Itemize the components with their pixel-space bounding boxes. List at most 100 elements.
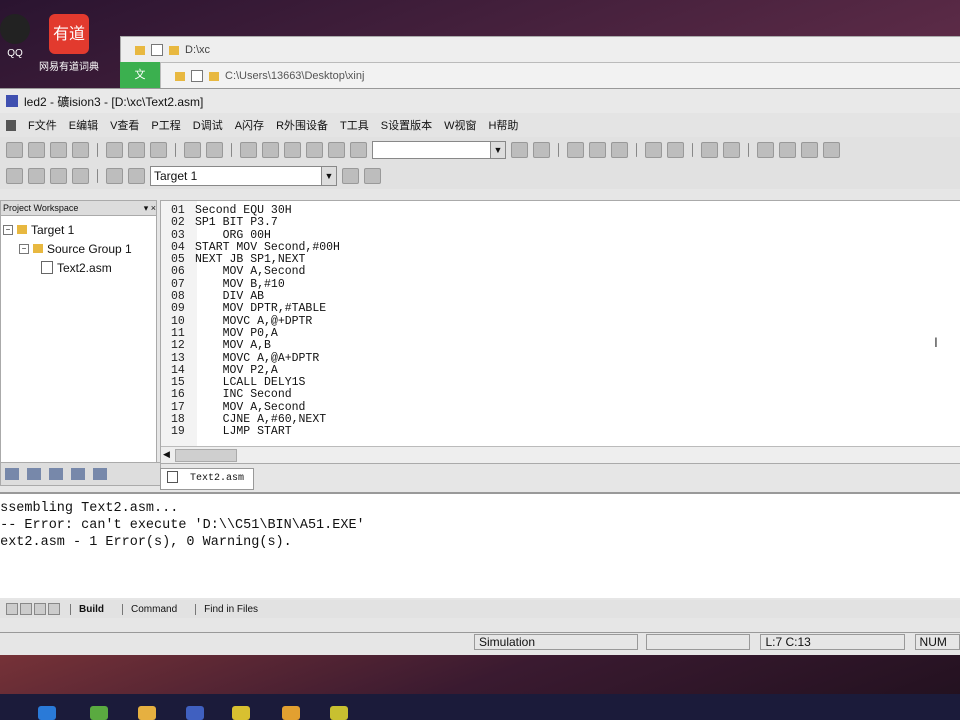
bookmark-icon[interactable]	[284, 142, 301, 158]
download-icon[interactable]	[128, 168, 145, 184]
rebuild-all-icon[interactable]	[50, 168, 67, 184]
code-line[interactable]: 06 MOV A,Second	[171, 266, 340, 279]
regs-tab-icon[interactable]	[27, 468, 41, 480]
clear-bookmarks-icon[interactable]	[350, 142, 367, 158]
new-file-icon[interactable]	[6, 142, 23, 158]
toolbar-separator	[97, 143, 98, 157]
templates-tab-icon[interactable]	[93, 468, 107, 480]
next-tab-icon[interactable]	[34, 603, 46, 615]
explorer-ribbon-tab[interactable]: 文	[120, 62, 160, 88]
code-line[interactable]: 19 LJMP START	[171, 425, 340, 439]
window-title: led2 - 礦ision3 - [D:\xc\Text2.asm]	[24, 94, 204, 109]
code-line[interactable]: 13 MOVC A,@A+DPTR	[171, 352, 340, 365]
prev-tab-icon[interactable]	[20, 603, 32, 615]
find-in-files-icon[interactable]	[533, 142, 550, 158]
cut-icon[interactable]	[106, 142, 123, 158]
next-bookmark-icon[interactable]	[328, 142, 345, 158]
code-line[interactable]: 16 INC Second	[171, 389, 340, 402]
translate-icon[interactable]	[6, 168, 23, 184]
app-icon[interactable]	[330, 706, 348, 720]
save-icon[interactable]	[50, 142, 67, 158]
folder-icon	[17, 225, 27, 234]
unindent-icon[interactable]	[262, 142, 279, 158]
tab-command[interactable]: Command	[122, 603, 185, 615]
tree-node-target[interactable]: − Target 1	[1, 220, 156, 239]
uvision-taskbar-icon[interactable]	[232, 706, 250, 720]
copy-icon[interactable]	[128, 142, 145, 158]
code-line[interactable]: 02 SP1 BIT P3.7	[171, 216, 340, 230]
stop-build-icon[interactable]	[106, 168, 123, 184]
save-all-icon[interactable]	[72, 142, 89, 158]
tab-find-in-files[interactable]: Find in Files	[195, 603, 266, 615]
prev-bookmark-icon[interactable]	[306, 142, 323, 158]
build-target-icon[interactable]	[28, 168, 45, 184]
first-tab-icon[interactable]	[6, 603, 18, 615]
tab-build[interactable]: Build	[70, 603, 112, 615]
workspace-toggle-icon[interactable]	[701, 142, 718, 158]
editor-tab-text2[interactable]: Text2.asm	[160, 468, 254, 490]
target-select[interactable]: Target 1 ▼	[150, 166, 337, 186]
undo-icon[interactable]	[184, 142, 201, 158]
project-tree: − Target 1 − Source Group 1 Text2.asm	[1, 216, 156, 277]
line-code: SP1 BIT P3.7	[195, 216, 278, 230]
functions-tab-icon[interactable]	[71, 468, 85, 480]
code-editor[interactable]: 01 Second EQU 30H 02 SP1 BIT P3.7 03 ORG 00H…	[160, 200, 960, 464]
menu-debug[interactable]: D调试	[193, 117, 223, 133]
build-output-pane[interactable]: assembling Text2.asm... --- Error: can't …	[0, 492, 960, 598]
redo-icon[interactable]	[206, 142, 223, 158]
menu-peripherals[interactable]: R外围设备	[276, 117, 328, 133]
forward-icon[interactable]	[589, 142, 606, 158]
folder-icon	[135, 45, 145, 55]
scrollbar-thumb[interactable]	[175, 449, 237, 462]
last-tab-icon[interactable]	[48, 603, 60, 615]
batch-build-icon[interactable]	[72, 168, 89, 184]
folder-icon[interactable]	[282, 706, 300, 720]
horizontal-scrollbar[interactable]: ◀	[161, 446, 960, 463]
chevron-down-icon[interactable]: ▼	[321, 167, 336, 185]
tree-node-file[interactable]: Text2.asm	[1, 258, 156, 277]
paste-icon[interactable]	[150, 142, 167, 158]
menu-project[interactable]: P工程	[151, 117, 180, 133]
components-icon[interactable]	[364, 168, 381, 184]
window-icon[interactable]	[801, 142, 818, 158]
debug-session-icon[interactable]	[667, 142, 684, 158]
menu-file[interactable]: F文件	[28, 117, 57, 133]
collapse-icon[interactable]: −	[19, 243, 29, 254]
menu-window[interactable]: W视窗	[444, 117, 476, 133]
desktop-icon-youdao[interactable]: 有道 网易有道词典	[34, 14, 104, 73]
menu-edit[interactable]: E编辑	[69, 117, 98, 133]
scroll-left-icon[interactable]: ◀	[163, 449, 170, 460]
files-tab-icon[interactable]	[5, 468, 19, 480]
menu-help[interactable]: H帮助	[488, 117, 518, 133]
open-file-icon[interactable]	[28, 142, 45, 158]
back-icon[interactable]	[567, 142, 584, 158]
menu-view[interactable]: V查看	[110, 117, 139, 133]
find-icon[interactable]	[511, 142, 528, 158]
edge-icon[interactable]	[38, 706, 56, 720]
app-icon[interactable]	[186, 706, 204, 720]
menu-tools[interactable]: T工具	[340, 117, 369, 133]
close-icon[interactable]: ▾ ×	[144, 203, 156, 214]
app-icon[interactable]	[138, 706, 156, 720]
config-icon[interactable]	[779, 142, 796, 158]
browse-icon[interactable]	[611, 142, 628, 158]
hand-icon[interactable]	[757, 142, 774, 158]
menu-flash[interactable]: A闪存	[235, 117, 264, 133]
books-tab-icon[interactable]	[49, 468, 63, 480]
tree-node-source-group[interactable]: − Source Group 1	[1, 239, 156, 258]
line-code: LJMP START	[195, 425, 292, 439]
collapse-icon[interactable]: −	[3, 224, 13, 235]
code-line[interactable]: 12 MOV A,B	[171, 339, 340, 352]
grid-icon[interactable]	[823, 142, 840, 158]
explorer-address-bar[interactable]: D:\xc	[121, 37, 960, 64]
target-options-icon[interactable]	[342, 168, 359, 184]
indent-icon[interactable]	[240, 142, 257, 158]
chevron-down-icon[interactable]: ▼	[490, 142, 505, 158]
find-combo[interactable]: ▼	[372, 141, 506, 159]
output-toggle-icon[interactable]	[723, 142, 740, 158]
code-line[interactable]: 09 MOV DPTR,#TABLE	[171, 303, 340, 316]
app-icon[interactable]	[90, 706, 108, 720]
explorer-address-bar-front[interactable]: C:\Users\13663\Desktop\xinj	[160, 62, 960, 90]
print-icon[interactable]	[645, 142, 662, 158]
menu-svcs[interactable]: S设置版本	[381, 117, 432, 133]
